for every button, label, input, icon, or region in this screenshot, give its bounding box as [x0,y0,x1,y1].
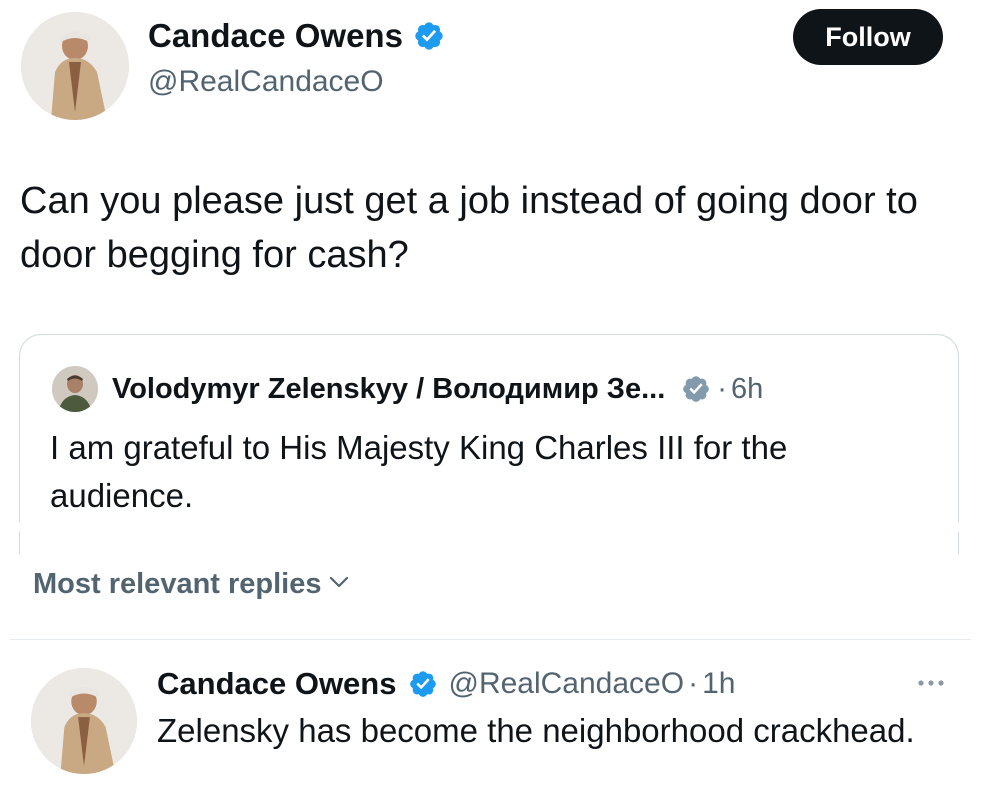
reply-header: Candace Owens @RealCandaceO · 1h [157,663,735,705]
replies-sort-label: Most relevant replies [33,568,322,600]
author-handle[interactable]: @RealCandaceO [148,62,384,102]
reply-time[interactable]: 1h [702,663,735,705]
separator-dot: · [717,373,727,405]
quoted-author-avatar[interactable] [52,366,98,412]
more-options-icon[interactable] [914,668,948,698]
author-avatar[interactable] [21,12,129,120]
author-name[interactable]: Candace Owens [148,16,403,56]
divider [10,639,971,640]
chevron-down-icon [328,563,350,605]
profile-photo [31,668,137,774]
section-gap [0,522,981,532]
separator-dot: · [688,667,699,700]
reply-author-avatar[interactable] [31,668,137,774]
verified-badge-icon [408,669,438,699]
reply-text: Zelensky has become the neighborhood cra… [157,712,915,749]
replies-sort-dropdown[interactable]: Most relevant replies [33,563,350,605]
verified-badge-grey-icon [681,374,711,404]
reply-author-name[interactable]: Candace Owens [157,663,396,705]
follow-button[interactable]: Follow [793,9,943,65]
reply-author-handle[interactable]: @RealCandaceO [448,663,684,705]
quoted-tweet-text: I am grateful to His Majesty King Charle… [50,429,788,514]
author-name-row: Candace Owens [148,16,445,56]
quoted-tweet-header: Volodymyr Zelenskyy / Володимир Зе... · … [112,367,763,411]
profile-photo [21,12,129,120]
profile-photo [52,366,98,412]
verified-badge-icon [413,20,445,52]
quoted-author-name[interactable]: Volodymyr Zelenskyy / Володимир Зе... [112,367,665,411]
quoted-tweet-time[interactable]: 6h [731,367,763,411]
tweet-text: Can you please just get a job instead of… [20,180,918,276]
